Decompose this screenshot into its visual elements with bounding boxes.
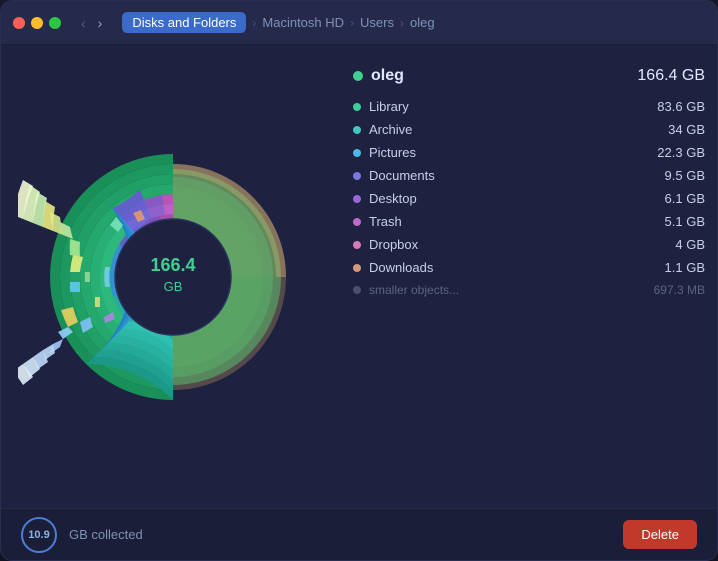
legend-item-left: Pictures bbox=[353, 145, 416, 160]
nav-arrows: ‹ › bbox=[77, 13, 106, 33]
legend-item-left: Archive bbox=[353, 122, 412, 137]
traffic-lights bbox=[13, 17, 61, 29]
chart-area: 166.4 GB bbox=[13, 57, 333, 496]
breadcrumb-disks[interactable]: Disks and Folders bbox=[122, 12, 246, 33]
delete-button[interactable]: Delete bbox=[623, 520, 697, 549]
legend-item-left: Desktop bbox=[353, 191, 417, 206]
breadcrumb-oleg[interactable]: oleg bbox=[410, 15, 435, 30]
legend-item-left: smaller objects... bbox=[353, 283, 459, 297]
collected-circle: 10.9 bbox=[21, 517, 57, 553]
legend-item-left: Trash bbox=[353, 214, 402, 229]
legend-item-size: 5.1 GB bbox=[665, 214, 705, 229]
legend-item-name: Documents bbox=[369, 168, 435, 183]
legend-item[interactable]: Library 83.6 GB bbox=[353, 99, 705, 114]
legend-item[interactable]: Downloads 1.1 GB bbox=[353, 260, 705, 275]
legend-item-left: Dropbox bbox=[353, 237, 418, 252]
breadcrumb-sep-2: › bbox=[350, 16, 354, 30]
legend-title-dot bbox=[353, 71, 363, 81]
legend-color-dot bbox=[353, 218, 361, 226]
breadcrumb-users[interactable]: Users bbox=[360, 15, 394, 30]
legend-item[interactable]: Pictures 22.3 GB bbox=[353, 145, 705, 160]
legend-item-name: Archive bbox=[369, 122, 412, 137]
chart-center-value: 166.4 bbox=[150, 255, 195, 275]
legend-item[interactable]: Trash 5.1 GB bbox=[353, 214, 705, 229]
back-arrow[interactable]: ‹ bbox=[77, 13, 90, 33]
legend-total: 166.4 GB bbox=[637, 67, 705, 85]
legend-item[interactable]: Dropbox 4 GB bbox=[353, 237, 705, 252]
legend-item-left: Downloads bbox=[353, 260, 433, 275]
legend-item-size: 4 GB bbox=[675, 237, 705, 252]
legend-item[interactable]: Desktop 6.1 GB bbox=[353, 191, 705, 206]
collected-value: 10.9 bbox=[28, 529, 49, 541]
legend-item[interactable]: smaller objects... 697.3 MB bbox=[353, 283, 705, 297]
legend-item-size: 9.5 GB bbox=[665, 168, 705, 183]
legend-item-left: Library bbox=[353, 99, 409, 114]
breadcrumb-macintosh[interactable]: Macintosh HD bbox=[262, 15, 344, 30]
legend-item-name: Downloads bbox=[369, 260, 433, 275]
legend-item-size: 22.3 GB bbox=[657, 145, 705, 160]
legend-color-dot bbox=[353, 241, 361, 249]
legend-item[interactable]: Archive 34 GB bbox=[353, 122, 705, 137]
footer: 10.9 GB collected Delete bbox=[1, 508, 717, 560]
breadcrumb-sep-3: › bbox=[400, 16, 404, 30]
legend-color-dot bbox=[353, 286, 361, 294]
legend-color-dot bbox=[353, 126, 361, 134]
titlebar: ‹ › Disks and Folders › Macintosh HD › U… bbox=[1, 1, 717, 45]
legend-color-dot bbox=[353, 172, 361, 180]
forward-arrow[interactable]: › bbox=[94, 13, 107, 33]
maximize-button[interactable] bbox=[49, 17, 61, 29]
minimize-button[interactable] bbox=[31, 17, 43, 29]
legend-title-text: oleg bbox=[371, 67, 404, 85]
legend-area: oleg 166.4 GB Library 83.6 GB Archive 34 GB… bbox=[353, 57, 705, 496]
app-window: ‹ › Disks and Folders › Macintosh HD › U… bbox=[0, 0, 718, 561]
breadcrumb: Disks and Folders › Macintosh HD › Users… bbox=[122, 12, 434, 33]
chart-center-unit: GB bbox=[164, 279, 183, 294]
legend-item-name: smaller objects... bbox=[369, 283, 459, 297]
legend-item-name: Library bbox=[369, 99, 409, 114]
legend-items: Library 83.6 GB Archive 34 GB Pictures 22.3 G… bbox=[353, 99, 705, 297]
legend-item-name: Desktop bbox=[369, 191, 417, 206]
legend-item-size: 34 GB bbox=[668, 122, 705, 137]
legend-item[interactable]: Documents 9.5 GB bbox=[353, 168, 705, 183]
legend-item-size: 6.1 GB bbox=[665, 191, 705, 206]
legend-item-name: Dropbox bbox=[369, 237, 418, 252]
legend-header: oleg 166.4 GB bbox=[353, 67, 705, 85]
legend-item-size: 697.3 MB bbox=[654, 283, 705, 297]
legend-item-size: 1.1 GB bbox=[665, 260, 705, 275]
collected-label: GB collected bbox=[69, 527, 611, 542]
legend-item-name: Pictures bbox=[369, 145, 416, 160]
legend-color-dot bbox=[353, 103, 361, 111]
legend-color-dot bbox=[353, 195, 361, 203]
main-content: 166.4 GB bbox=[1, 45, 717, 508]
legend-item-left: Documents bbox=[353, 168, 435, 183]
disk-chart[interactable]: 166.4 GB bbox=[18, 82, 328, 472]
legend-color-dot bbox=[353, 264, 361, 272]
breadcrumb-sep-1: › bbox=[252, 16, 256, 30]
legend-item-size: 83.6 GB bbox=[657, 99, 705, 114]
legend-color-dot bbox=[353, 149, 361, 157]
close-button[interactable] bbox=[13, 17, 25, 29]
legend-title: oleg bbox=[353, 67, 404, 85]
legend-item-name: Trash bbox=[369, 214, 402, 229]
